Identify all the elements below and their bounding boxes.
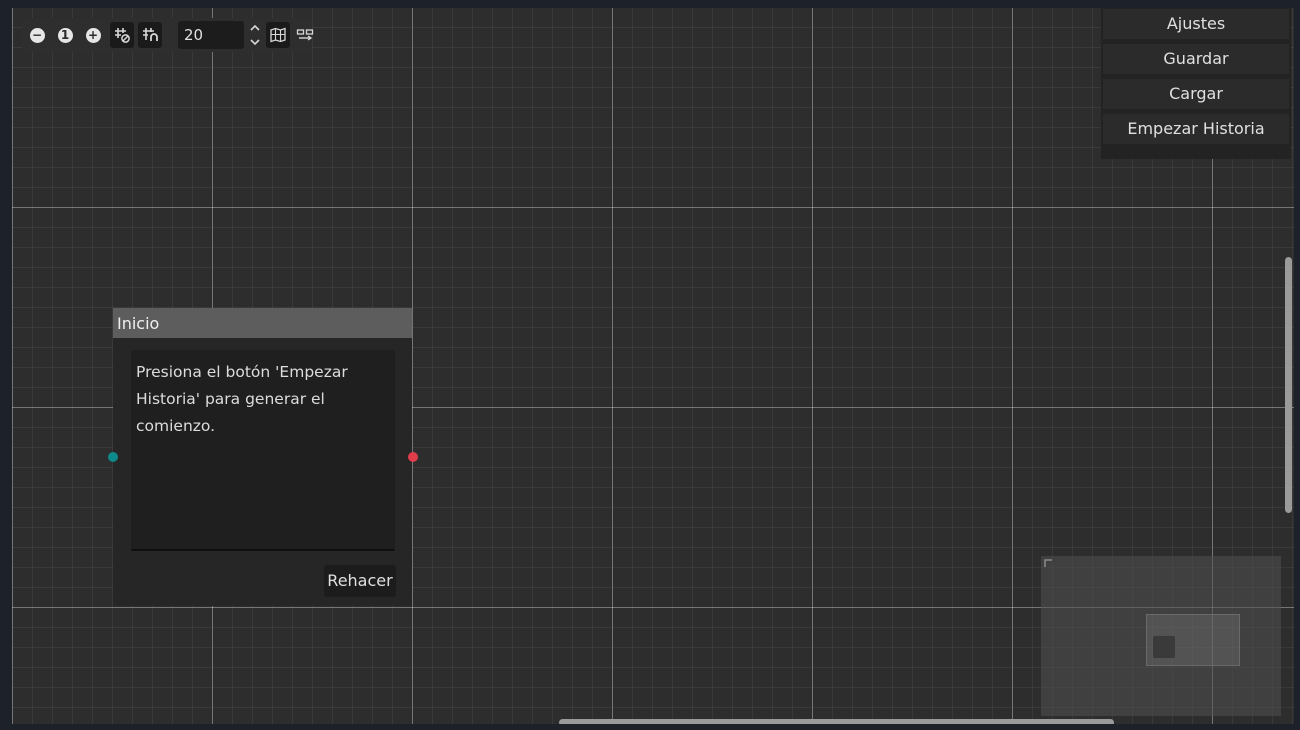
minus-circle-icon: − — [29, 27, 45, 43]
snap-distance-spinner[interactable] — [248, 22, 262, 48]
zoom-reset-button[interactable]: 1 — [54, 23, 76, 47]
chevron-up-down-icon — [250, 24, 260, 46]
redo-button[interactable]: Rehacer — [324, 565, 396, 597]
node-output-port[interactable] — [408, 452, 418, 462]
node-input-port[interactable] — [108, 452, 118, 462]
node-title: Inicio — [117, 314, 160, 333]
node-title-bar[interactable]: Inicio — [113, 308, 412, 338]
snap-magnet-icon — [143, 28, 158, 41]
minimap-resize-handle-icon[interactable] — [1044, 559, 1054, 569]
horizontal-scrollbar[interactable] — [559, 719, 1114, 724]
zoom-out-button[interactable]: − — [26, 23, 48, 47]
settings-button[interactable]: Ajustes — [1103, 9, 1289, 39]
minimap-node — [1153, 636, 1175, 658]
story-node[interactable]: Inicio Presiona el botón 'Empezar Histor… — [113, 308, 412, 606]
start-story-button[interactable]: Empezar Historia — [1103, 114, 1289, 144]
snap-distance-input[interactable]: 20 — [178, 21, 244, 49]
graph-canvas[interactable]: − 1 + 20 Ajustes Guardar Cargar Empezar … — [12, 8, 1294, 724]
main-menu-panel: Ajustes Guardar Cargar Empezar Historia — [1101, 8, 1291, 159]
arrange-nodes-button[interactable] — [294, 23, 316, 47]
load-button[interactable]: Cargar — [1103, 79, 1289, 109]
minimap[interactable] — [1041, 556, 1281, 716]
toggle-grid-button[interactable] — [110, 22, 134, 48]
graph-toolbar: − 1 + 20 — [22, 18, 314, 52]
zoom-reset-icon: 1 — [57, 27, 73, 43]
toggle-minimap-button[interactable] — [266, 22, 290, 48]
vertical-scrollbar[interactable] — [1285, 257, 1292, 513]
minimap-icon — [270, 27, 286, 43]
zoom-in-button[interactable]: + — [82, 23, 104, 47]
arrange-nodes-icon — [296, 29, 314, 41]
node-text-area[interactable]: Presiona el botón 'Empezar Historia' par… — [131, 350, 395, 551]
plus-circle-icon: + — [85, 27, 101, 43]
save-button[interactable]: Guardar — [1103, 44, 1289, 74]
grid-toggle-icon — [115, 28, 130, 43]
toggle-snap-button[interactable] — [138, 22, 162, 48]
